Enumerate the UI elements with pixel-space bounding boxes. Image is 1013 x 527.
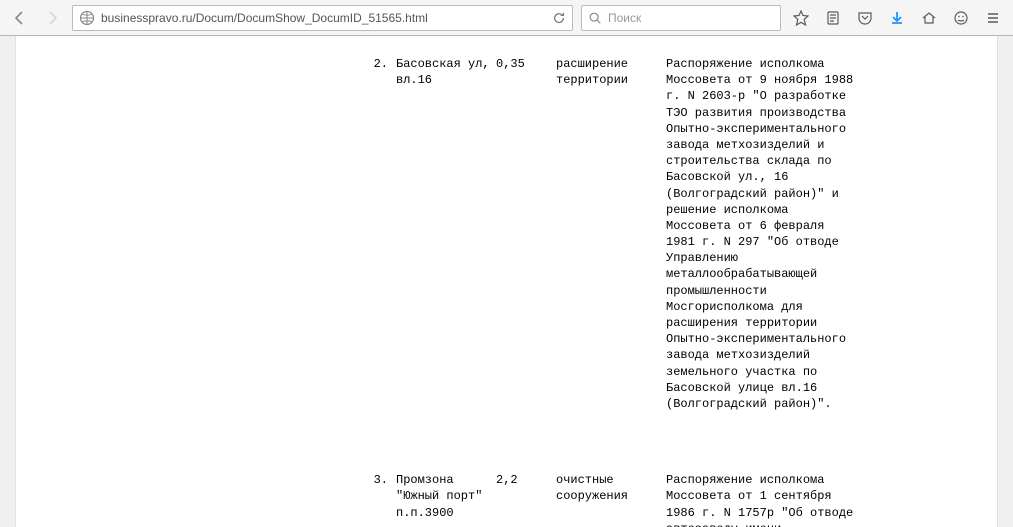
reload-icon[interactable] bbox=[552, 11, 566, 25]
doc-table: 2. Басовская ул, вл.16 0,35 расширение т… bbox=[56, 56, 957, 527]
cell-purpose: очистные сооружения bbox=[556, 472, 666, 527]
cell-purpose: расширение территории bbox=[556, 56, 666, 412]
browser-toolbar: businesspravo.ru/Docum/DocumShow_DocumID… bbox=[0, 0, 1013, 36]
cell-grounds: Распоряжение исполкома Моссовета от 9 но… bbox=[666, 56, 856, 412]
smiley-icon[interactable] bbox=[947, 4, 975, 32]
search-placeholder: Поиск bbox=[608, 11, 641, 25]
cell-area: 2,2 bbox=[496, 472, 556, 527]
table-row: 3. Промзона "Южный порт" п.п.3900 2,2 оч… bbox=[56, 472, 957, 527]
home-icon[interactable] bbox=[915, 4, 943, 32]
cell-address: Басовская ул, вл.16 bbox=[396, 56, 496, 412]
back-button[interactable] bbox=[6, 4, 34, 32]
url-bar[interactable]: businesspravo.ru/Docum/DocumShow_DocumID… bbox=[72, 5, 573, 31]
search-icon bbox=[588, 11, 602, 25]
forward-button[interactable] bbox=[38, 4, 66, 32]
content-wrap: 2. Басовская ул, вл.16 0,35 расширение т… bbox=[0, 36, 1013, 527]
search-bar[interactable]: Поиск bbox=[581, 5, 781, 31]
cell-num: 3. bbox=[356, 472, 396, 527]
cell-grounds: Распоряжение исполкома Моссовета от 1 се… bbox=[666, 472, 856, 527]
url-text: businesspravo.ru/Docum/DocumShow_DocumID… bbox=[101, 11, 428, 25]
reader-icon[interactable] bbox=[819, 4, 847, 32]
globe-icon bbox=[79, 10, 95, 26]
cell-area: 0,35 bbox=[496, 56, 556, 412]
download-icon[interactable] bbox=[883, 4, 911, 32]
bookmark-star-icon[interactable] bbox=[787, 4, 815, 32]
left-gutter bbox=[0, 36, 16, 527]
cell-num: 2. bbox=[356, 56, 396, 412]
table-row: 2. Басовская ул, вл.16 0,35 расширение т… bbox=[56, 56, 957, 412]
document-page: 2. Басовская ул, вл.16 0,35 расширение т… bbox=[16, 36, 997, 527]
cell-address: Промзона "Южный порт" п.п.3900 bbox=[396, 472, 496, 527]
right-gutter bbox=[997, 36, 1013, 527]
pocket-icon[interactable] bbox=[851, 4, 879, 32]
menu-icon[interactable] bbox=[979, 4, 1007, 32]
